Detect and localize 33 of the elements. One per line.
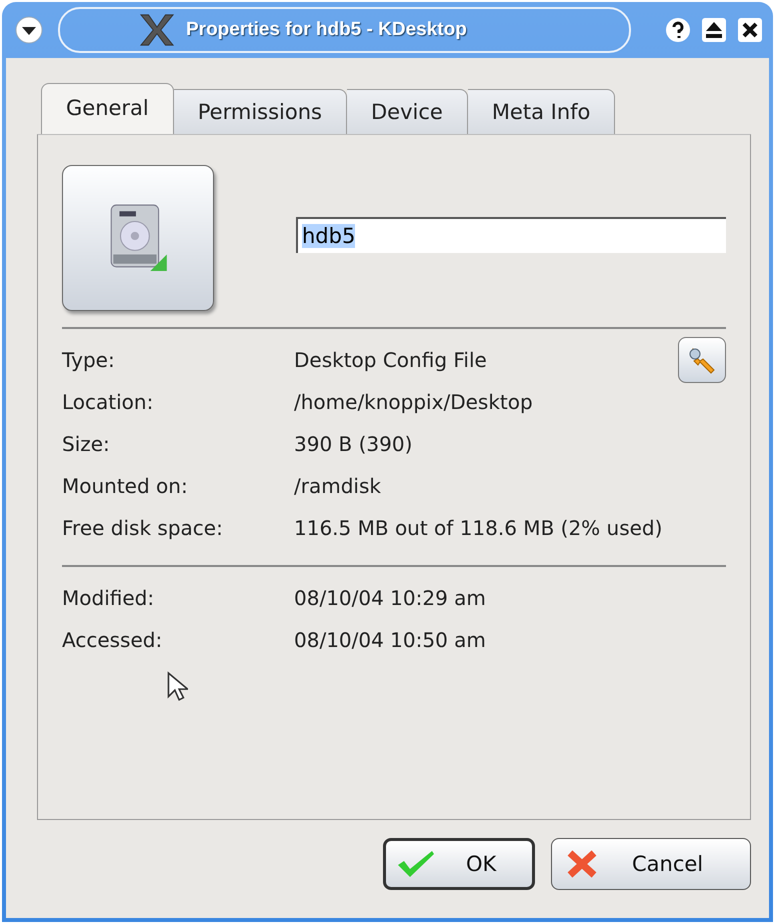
close-icon[interactable] [737, 17, 763, 43]
edit-type-button[interactable] [678, 337, 726, 383]
menu-icon[interactable] [14, 15, 44, 45]
mouse-pointer-icon [166, 671, 188, 703]
field-label: Mounted on: [62, 474, 189, 498]
ok-button[interactable]: OK [383, 838, 535, 890]
field-label: Location: [62, 390, 154, 414]
field-label: Accessed: [62, 628, 164, 652]
field-value: hdb5 [302, 224, 356, 248]
tab[interactable]: Meta Info [468, 89, 616, 134]
field-label: Type: [62, 348, 116, 372]
cancel-button[interactable]: Cancel [551, 838, 751, 890]
field-value: 08/10/04 10:50 am [294, 628, 487, 652]
help-icon[interactable] [665, 17, 691, 43]
icon-button[interactable] [62, 165, 214, 311]
tab[interactable]: Device [346, 89, 468, 134]
tab[interactable]: Permissions [174, 89, 347, 134]
field-label: Size: [62, 432, 111, 456]
tab[interactable]: General [41, 83, 174, 134]
name-field[interactable]: hdb5 [296, 217, 726, 253]
field-label: Modified: [62, 586, 156, 610]
field-value: /ramdisk [294, 474, 382, 498]
field-value: 390 B (390) [294, 432, 414, 456]
field-value: 116.5 MB out of 118.6 MB (2% used) [294, 516, 664, 540]
field-label: Free disk space: [62, 516, 224, 540]
field-value: /home/knoppix/Desktop [294, 390, 534, 414]
field-value: Desktop Config File [294, 348, 488, 372]
eject-icon[interactable] [701, 17, 727, 43]
wrench-icon [687, 345, 717, 375]
x-logo-icon [138, 13, 176, 47]
field-value: 08/10/04 10:29 am [294, 586, 487, 610]
check-icon [396, 849, 436, 879]
window-title: Properties for hdb5 - KDesktop [186, 19, 467, 41]
